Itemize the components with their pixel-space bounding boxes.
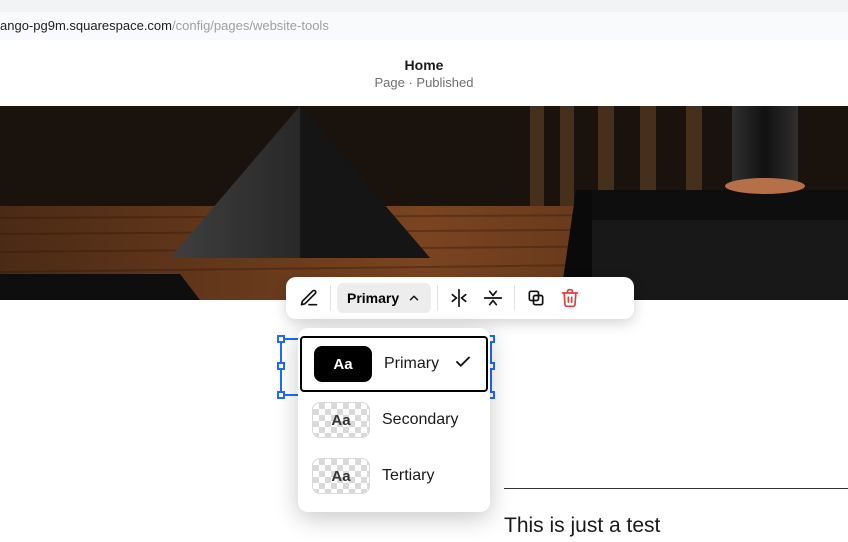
url-path: /config/pages/website-tools [172,18,329,33]
style-option-label: Secondary [382,411,459,429]
page-subtitle: Page · Published [374,75,473,90]
url-host: ango-pg9m.squarespace.com [0,18,172,33]
resize-handle-bl[interactable] [277,391,285,399]
text-divider [504,488,848,489]
url-bar[interactable]: ango-pg9m.squarespace.com/config/pages/w… [0,12,848,40]
style-option-label: Primary [384,355,439,373]
page-title: Home [405,57,444,73]
page-header: Home Page · Published [0,40,848,106]
page-canvas: Aa Primary Aa Secondary Aa Tertiary This… [0,300,848,542]
resize-handle-ml[interactable] [277,362,285,370]
button-style-dropdown: Aa Primary Aa Secondary Aa Tertiary [298,328,490,512]
check-icon [454,353,472,376]
body-text[interactable]: This is just a test [504,514,660,538]
swatch-primary: Aa [314,346,372,382]
style-option-secondary[interactable]: Aa Secondary [298,392,490,448]
style-option-label: Tertiary [382,467,434,485]
style-option-primary[interactable]: Aa Primary [300,336,488,392]
resize-handle-tl[interactable] [277,335,285,343]
style-option-tertiary[interactable]: Aa Tertiary [298,448,490,504]
hero-image [0,106,848,300]
swatch-tertiary: Aa [312,458,370,494]
swatch-secondary: Aa [312,402,370,438]
browser-top-bar [0,0,848,12]
